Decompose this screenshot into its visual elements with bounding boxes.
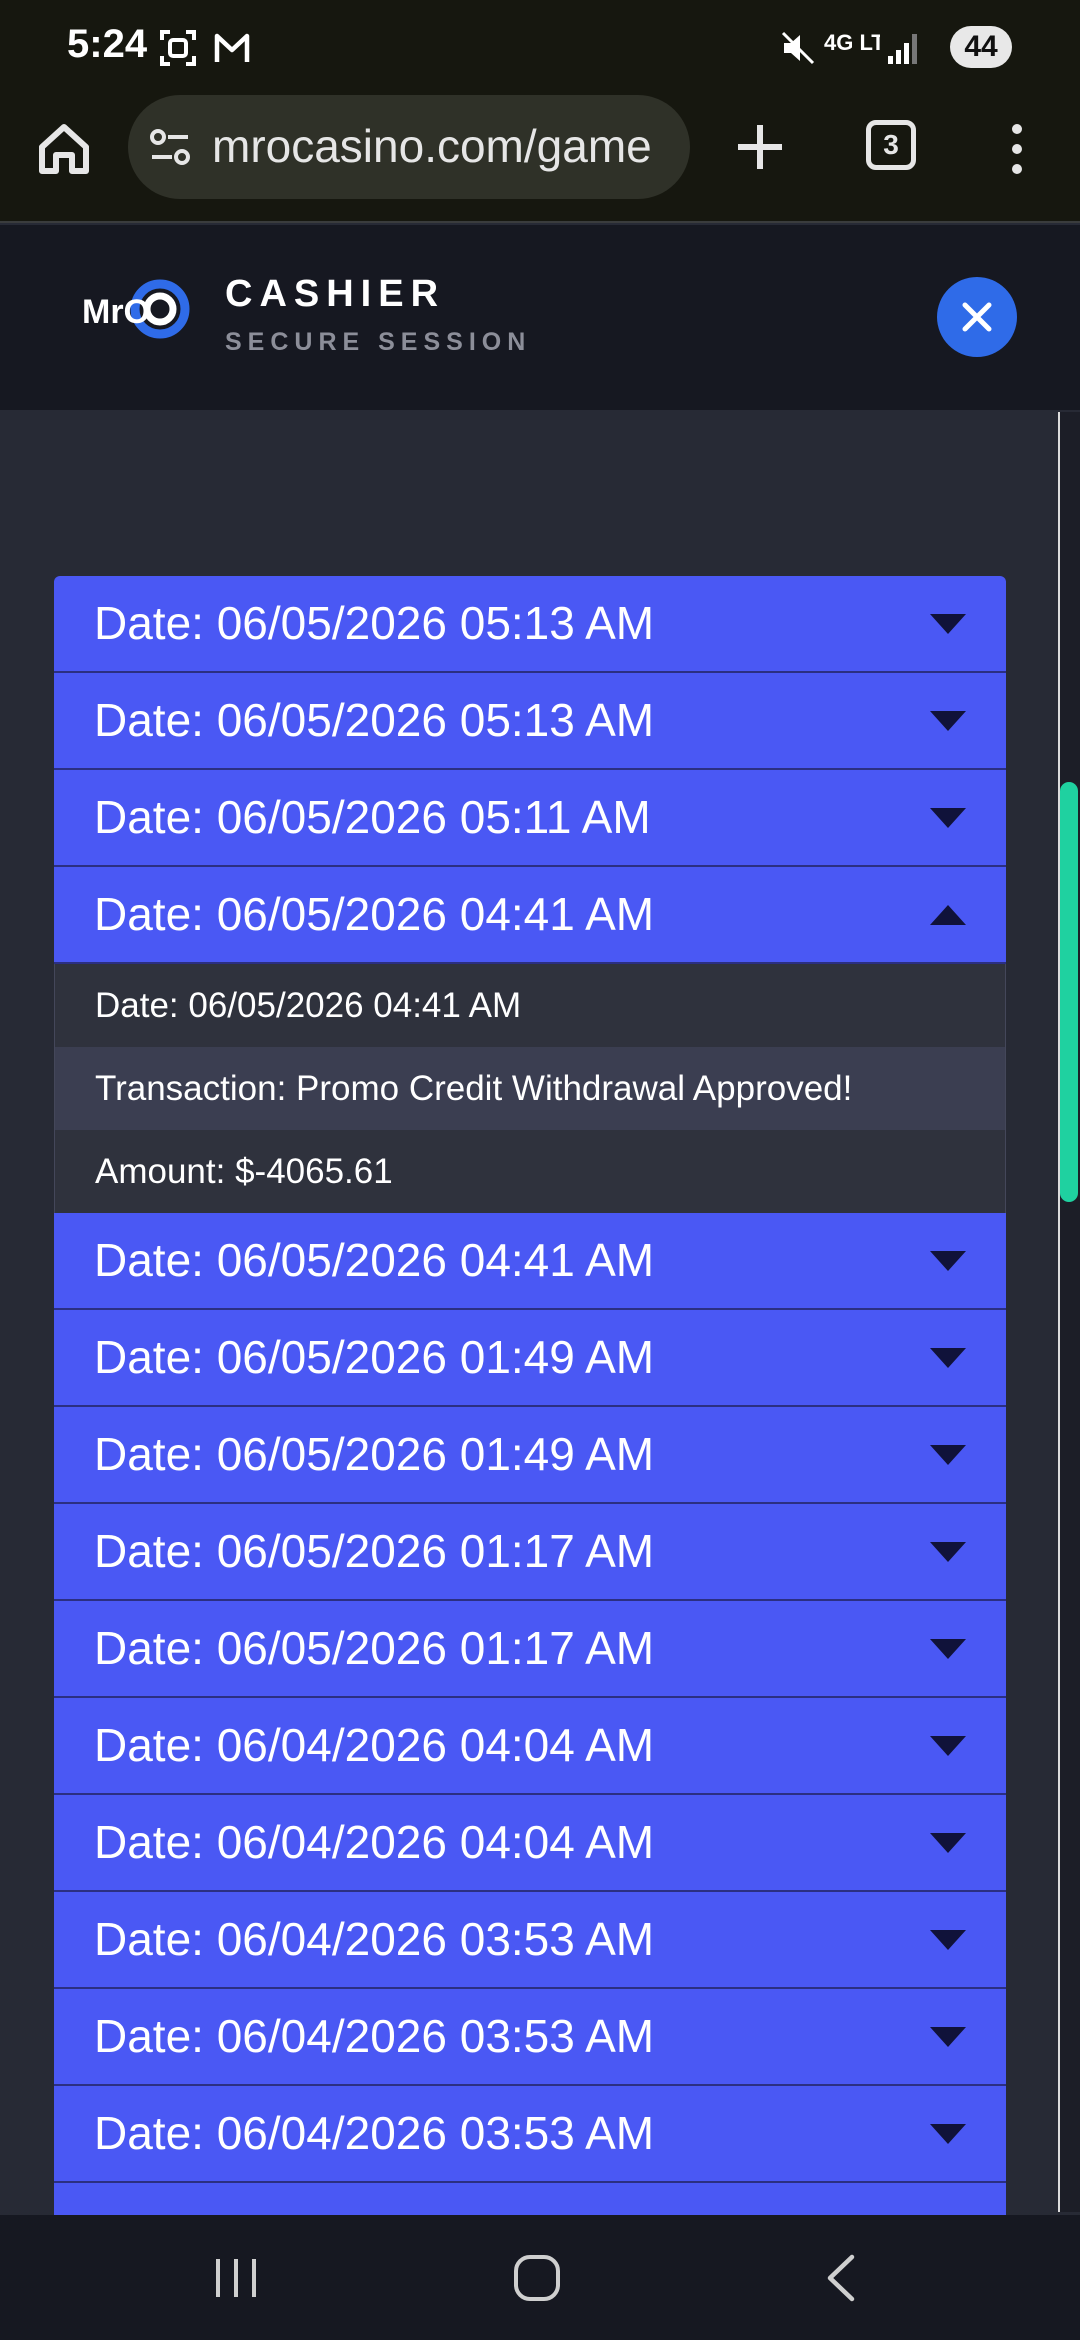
page-title: CASHIER	[225, 273, 446, 315]
caret-down-icon	[930, 711, 966, 731]
transaction-row-label: Date: 06/04/2026 03:53 AM	[94, 1913, 655, 1965]
gmail-icon	[214, 33, 250, 62]
back-icon[interactable]	[812, 2253, 872, 2303]
transaction-row[interactable]: Date: 06/05/2026 05:13 AM	[54, 673, 1006, 770]
network-type-icon: 4G LTE	[824, 30, 880, 55]
url-text[interactable]: mrocasino.com/game	[212, 119, 672, 173]
caret-down-icon	[930, 1930, 966, 1950]
transaction-row[interactable]: Date: 06/05/2026 05:13 AM	[54, 576, 1006, 673]
transaction-row-label: Date: 06/05/2026 01:49 AM	[94, 1331, 655, 1383]
transaction-row[interactable]: Date: 06/05/2026 01:49 AM	[54, 1310, 1006, 1407]
transaction-row-label: Date: 06/04/2026 03:53 AM	[94, 2010, 655, 2062]
browser-toolbar: mrocasino.com/game 3	[0, 95, 1080, 223]
caret-down-icon	[930, 1251, 966, 1271]
transaction-row[interactable]: Date: 06/05/2026 04:41 AM	[54, 1213, 1006, 1310]
scrollbar-thumb[interactable]	[1060, 782, 1078, 1202]
status-system-icons: 4G LTE 44	[780, 22, 1080, 72]
caret-down-icon	[930, 1833, 966, 1853]
new-tab-icon[interactable]	[730, 115, 790, 179]
transaction-row[interactable]: Date: 06/05/2026 01:49 AM	[54, 1407, 1006, 1504]
home-nav-icon[interactable]	[508, 2253, 568, 2303]
transaction-row-partial[interactable]	[54, 2183, 1006, 2215]
site-settings-icon[interactable]	[148, 125, 192, 169]
transaction-row-label: Date: 06/05/2026 04:41 AM	[94, 1234, 655, 1286]
caret-down-icon	[930, 2124, 966, 2144]
detail-amount: Amount: $-4065.61	[95, 1152, 393, 1191]
tab-switcher-button[interactable]: 3	[866, 120, 916, 170]
transaction-row[interactable]: Date: 06/05/2026 01:17 AM	[54, 1504, 1006, 1601]
transaction-row-expanded[interactable]: Date: 06/05/2026 04:41 AM	[54, 867, 1006, 964]
transaction-list: Date: 06/05/2026 05:13 AM Date: 06/05/20…	[54, 576, 1006, 2215]
transaction-row[interactable]: Date: 06/04/2026 04:04 AM	[54, 1698, 1006, 1795]
more-menu-icon[interactable]	[1000, 117, 1034, 181]
page-subtitle: SECURE SESSION	[225, 328, 532, 356]
transaction-row-label: Date: 06/05/2026 05:13 AM	[94, 597, 655, 649]
recent-apps-icon[interactable]	[206, 2253, 266, 2303]
transaction-row-label: Date: 06/04/2026 04:04 AM	[94, 1816, 655, 1868]
transaction-detail-panel: Date: 06/05/2026 04:41 AM Transaction: P…	[54, 964, 1006, 1213]
logo-text: MrO	[82, 293, 150, 331]
caret-down-icon	[930, 808, 966, 828]
caret-down-icon	[930, 614, 966, 634]
battery-indicator: 44	[950, 26, 1012, 68]
address-bar[interactable]: mrocasino.com/game	[128, 95, 690, 199]
caret-down-icon	[930, 2027, 966, 2047]
scrollbar-track[interactable]	[1058, 412, 1080, 2212]
mute-icon	[781, 31, 815, 65]
transaction-row[interactable]: Date: 06/04/2026 04:04 AM	[54, 1795, 1006, 1892]
caret-down-icon	[930, 1639, 966, 1659]
transaction-row[interactable]: Date: 06/05/2026 01:17 AM	[54, 1601, 1006, 1698]
home-icon[interactable]	[32, 117, 96, 181]
transaction-row-label: Date: 06/04/2026 04:04 AM	[94, 1719, 655, 1771]
transaction-row-label: Date: 06/05/2026 01:49 AM	[94, 1428, 655, 1480]
transaction-row-label: Date: 06/05/2026 05:13 AM	[94, 694, 655, 746]
transaction-row[interactable]: Date: 06/04/2026 03:53 AM	[54, 1989, 1006, 2086]
screenshot-icon	[160, 30, 196, 66]
transaction-row[interactable]: Date: 06/04/2026 03:53 AM	[54, 2086, 1006, 2183]
mro-logo: MrO	[82, 273, 192, 345]
close-button[interactable]	[937, 277, 1017, 357]
detail-transaction: Transaction: Promo Credit Withdrawal App…	[55, 1047, 1005, 1130]
cashier-header: MrO CASHIER SECURE SESSION	[0, 225, 1080, 410]
transaction-row-label: Date: 06/05/2026 05:11 AM	[94, 791, 651, 843]
transaction-row[interactable]: Date: 06/05/2026 05:11 AM	[54, 770, 1006, 867]
transaction-row-label: Date: 06/05/2026 04:41 AM	[94, 888, 655, 940]
caret-down-icon	[930, 1736, 966, 1756]
status-notification-icons	[158, 28, 252, 68]
signal-icon	[888, 34, 917, 64]
transaction-row-label: Date: 06/05/2026 01:17 AM	[94, 1525, 655, 1577]
transaction-history-panel: Date: 06/05/2026 05:13 AM Date: 06/05/20…	[0, 410, 1080, 2215]
close-icon	[962, 302, 992, 332]
caret-down-icon	[930, 1348, 966, 1368]
transaction-row-label: Date: 06/04/2026 03:53 AM	[94, 2107, 655, 2159]
caret-down-icon	[930, 1445, 966, 1465]
status-bar: 5:24 4G LTE 44	[0, 0, 1080, 95]
transaction-row[interactable]: Date: 06/04/2026 03:53 AM	[54, 1892, 1006, 1989]
transaction-row-label: Date: 06/05/2026 01:17 AM	[94, 1622, 655, 1674]
caret-down-icon	[930, 1542, 966, 1562]
status-time: 5:24	[67, 22, 148, 66]
caret-up-icon	[930, 905, 966, 925]
detail-date: Date: 06/05/2026 04:41 AM	[95, 986, 522, 1025]
system-navigation-bar	[0, 2215, 1080, 2340]
